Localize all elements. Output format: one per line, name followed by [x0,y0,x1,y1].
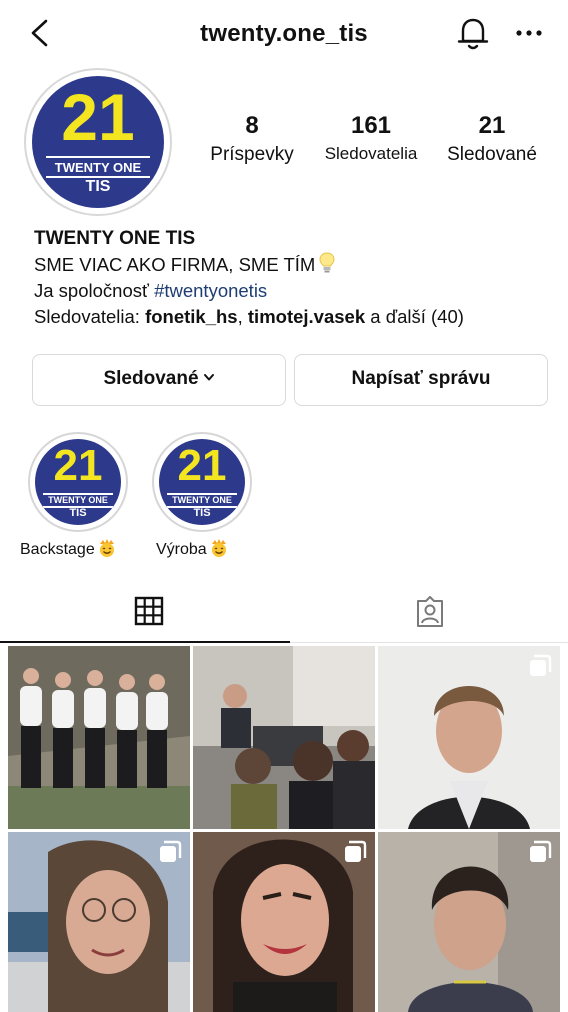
post-thumbnail-2[interactable] [193,646,375,829]
highlight-backstage[interactable]: 21 TWENTY ONE TIS [28,432,128,532]
highlight-vyroba[interactable]: 21 TWENTY ONE TIS [152,432,252,532]
smiling-face-with-crown-icon [99,539,114,557]
twenty-one-tis-logo: 21 TWENTY ONE TIS [159,439,245,525]
logo-divider [46,156,150,158]
multiple-photos-icon [345,840,367,862]
more-horizontal-icon[interactable] [514,28,544,38]
photo-group-icon [8,646,190,829]
stat-followers-value: 161 [350,112,392,139]
separator: , [237,306,248,327]
post-thumbnail-6[interactable] [378,832,560,1012]
follower-link[interactable]: timotej.vasek [248,306,365,327]
bio-line-1-text: SME VIAC AKO FIRMA, SME TÍM [34,254,316,275]
followed-by-others: a ďalší [365,306,431,327]
following-button-label: Sledované [103,368,199,389]
posts-grid [8,646,560,1012]
logo-text-line2: TIS [85,178,111,195]
post-thumbnail-4[interactable] [8,832,190,1012]
logo-text-line1: TWENTY ONE [172,495,232,505]
hashtag-link[interactable]: #twentyonetis [154,280,267,301]
stat-posts-value: 8 [245,112,259,139]
chevron-down-icon [203,374,214,381]
followed-by-count: (40) [431,306,464,327]
followed-by-line[interactable]: Sledovatelia: fonetik_hs, timotej.vasek … [34,304,554,330]
bell-icon[interactable] [456,14,490,52]
post-thumbnail-1[interactable] [8,646,190,829]
multiple-photos-icon [530,840,552,862]
multiple-photos-icon [530,654,552,676]
highlight-label: Backstage [20,538,117,559]
post-thumbnail-3[interactable] [378,646,560,829]
multiple-photos-icon [160,840,182,862]
top-nav-bar: twenty.one_tis [0,0,568,70]
stat-posts-label: Príspevky [210,144,294,165]
highlight-label-text: Backstage [20,541,95,558]
logo-number: 21 [61,80,135,154]
smiling-face-with-crown-icon [211,539,226,557]
following-button[interactable]: Sledované [32,354,286,406]
grid-icon[interactable] [134,596,164,626]
post-thumbnail-5[interactable] [193,832,375,1012]
followed-by-label: Sledovatelia: [34,306,146,327]
stat-following-label: Sledované [447,144,537,165]
twenty-one-tis-logo: 21 TWENTY ONE TIS [32,76,164,208]
stat-posts[interactable]: 8 Príspevky [202,112,302,166]
stat-followers-label: Sledovatelia [324,144,418,163]
stat-following[interactable]: 21 Sledované [436,112,548,166]
logo-number: 21 [177,441,227,490]
light-bulb-icon [319,252,335,273]
active-tab-indicator [0,641,290,643]
logo-text-line2: TIS [69,507,87,519]
stat-following-value: 21 [478,112,506,139]
profile-avatar[interactable]: 21 TWENTY ONE TIS [24,68,172,216]
profile-bio: TWENTY ONE TIS SME VIAC AKO FIRMA, SME T… [34,226,554,330]
highlight-label: Výroba [156,538,229,559]
follower-link[interactable]: fonetik_hs [145,306,238,327]
message-button[interactable]: Napísať správu [294,354,548,406]
logo-text-line1: TWENTY ONE [54,160,142,175]
bio-line-2-text: Ja spoločnosť [34,280,155,301]
bio-line-2: Ja spoločnosť #twentyonetis [34,278,554,304]
profile-display-name: TWENTY ONE TIS [34,228,196,249]
logo-text-line2: TIS [193,507,211,519]
stat-followers[interactable]: 161 Sledovatelia [316,112,426,164]
twenty-one-tis-logo: 21 TWENTY ONE TIS [35,439,121,525]
tagged-person-icon[interactable] [414,596,446,628]
photo-office-icon [193,646,375,829]
highlight-label-text: Výroba [156,541,207,558]
logo-text-line1: TWENTY ONE [48,495,108,505]
logo-number: 21 [53,441,103,490]
bio-line-1: SME VIAC AKO FIRMA, SME TÍM [34,252,554,278]
